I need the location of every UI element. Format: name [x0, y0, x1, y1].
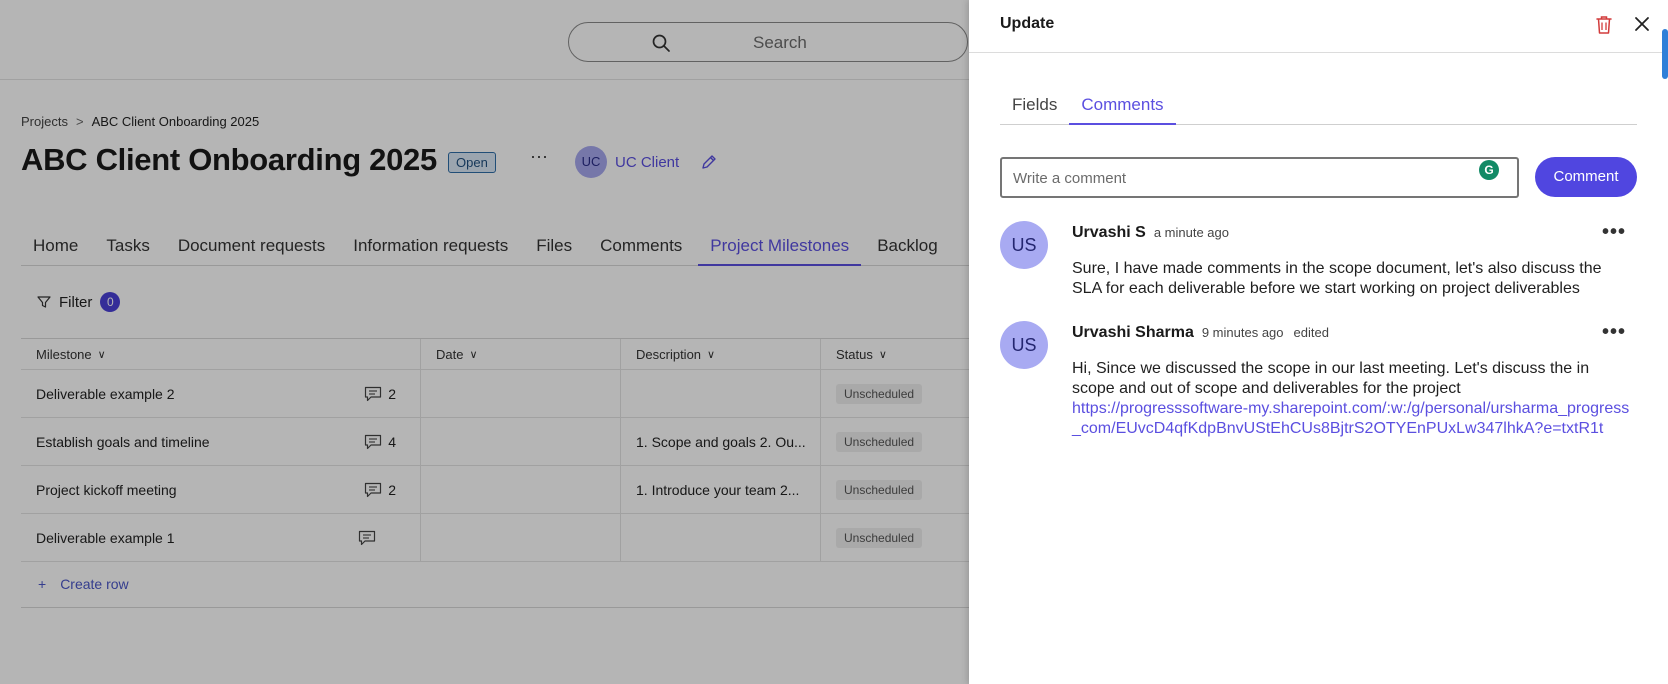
tab-comments[interactable]: Comments: [1069, 88, 1176, 125]
modal-backdrop[interactable]: [0, 0, 970, 684]
scrollbar-thumb[interactable]: [1662, 29, 1668, 79]
comment-link[interactable]: https://progresssoftware-my.sharepoint.c…: [1072, 399, 1632, 439]
update-panel: Update Fields Comments Write a comment G…: [969, 0, 1668, 684]
comment-edited-label: edited: [1293, 325, 1329, 340]
comment-author: Urvashi S: [1072, 224, 1146, 241]
comment-item: US Urvashi Sharma 9 minutes ago edited •…: [1000, 321, 1640, 461]
comment-body: Hi, Since we discussed the scope in our …: [1072, 360, 1590, 397]
avatar: US: [1000, 221, 1048, 269]
grammarly-icon[interactable]: G: [1479, 160, 1499, 180]
tab-fields[interactable]: Fields: [1000, 88, 1069, 125]
comment-more-options-button[interactable]: •••: [1602, 321, 1626, 344]
trash-icon[interactable]: [1595, 15, 1613, 35]
comment-input-placeholder: Write a comment: [1013, 170, 1127, 187]
comment-input[interactable]: Write a comment: [1000, 157, 1519, 198]
comment-body: Sure, I have made comments in the scope …: [1072, 260, 1602, 297]
avatar: US: [1000, 321, 1048, 369]
comment-body-container: Hi, Since we discussed the scope in our …: [1072, 359, 1632, 439]
panel-title: Update: [1000, 15, 1055, 32]
panel-header: Update: [969, 0, 1668, 53]
comment-submit-button[interactable]: Comment: [1535, 157, 1637, 197]
panel-tabs: Fields Comments: [1000, 88, 1637, 125]
comment-header: Urvashi Sharma 9 minutes ago edited: [1072, 324, 1329, 342]
comment-author: Urvashi Sharma: [1072, 324, 1194, 341]
close-icon[interactable]: [1633, 15, 1651, 33]
comment-timestamp: a minute ago: [1153, 225, 1229, 240]
comment-more-options-button[interactable]: •••: [1602, 221, 1626, 244]
comment-header: Urvashi S a minute ago: [1072, 224, 1229, 242]
comment-item: US Urvashi S a minute ago ••• Sure, I ha…: [1000, 221, 1640, 301]
comment-timestamp: 9 minutes ago: [1201, 325, 1284, 340]
